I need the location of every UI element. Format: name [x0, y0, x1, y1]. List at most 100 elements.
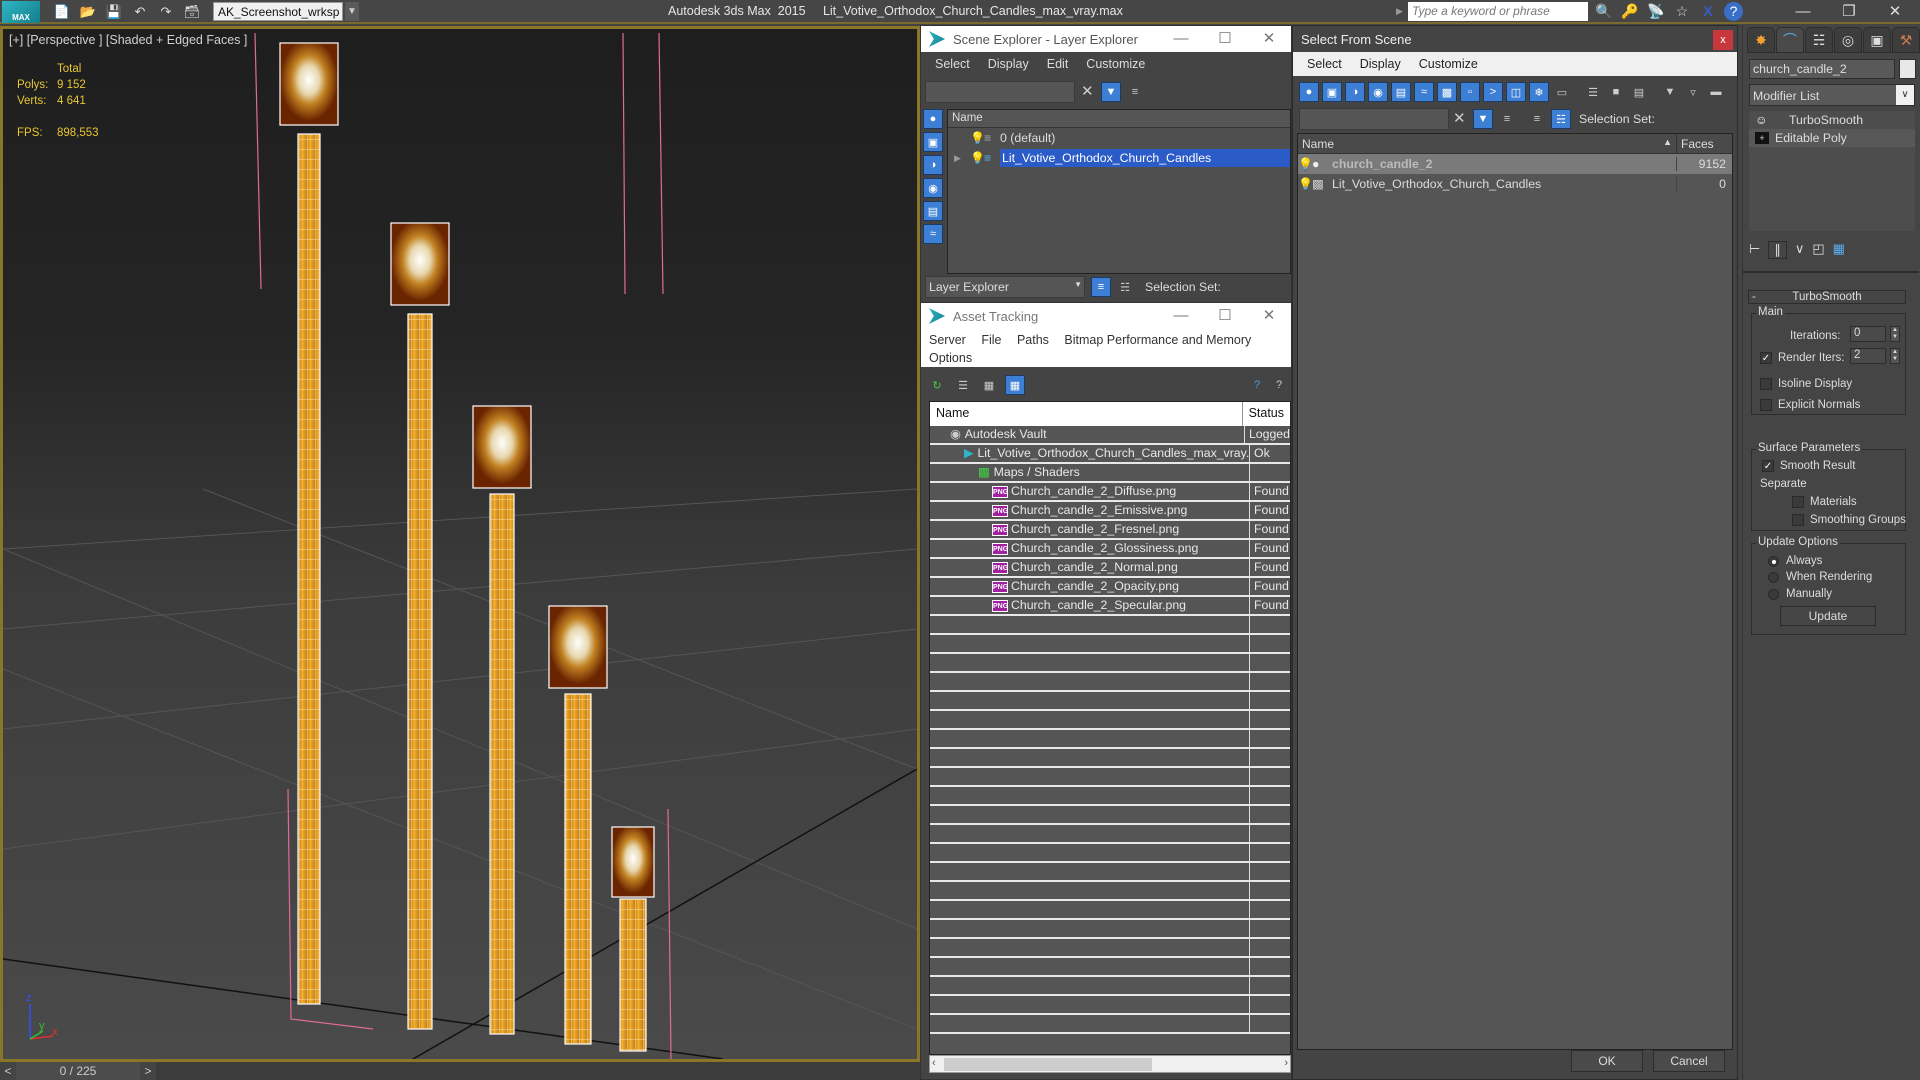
name-column-header[interactable]: Name	[930, 402, 1243, 426]
make-unique-icon[interactable]: ∨	[1795, 241, 1805, 259]
find-input[interactable]	[925, 81, 1075, 103]
isoline-display-checkbox[interactable]	[1760, 378, 1772, 390]
manually-radio[interactable]	[1768, 589, 1779, 600]
shapes-filter-icon[interactable]: ▣	[1322, 82, 1342, 102]
list-view-icon[interactable]: ☰	[953, 375, 973, 395]
binoculars-icon[interactable]: 🔍	[1594, 2, 1614, 21]
layer-row[interactable]: 💡 ≡ 0 (default)	[948, 128, 1290, 148]
maximize-button[interactable]: ☐	[1203, 26, 1247, 52]
minimize-button[interactable]: —	[1780, 0, 1826, 24]
minimize-button[interactable]: —	[1159, 303, 1203, 329]
asset-row[interactable]: ▶ Lit_Votive_Orthodox_Church_Candles_max_…	[930, 445, 1290, 464]
maximize-button[interactable]: ☐	[1203, 303, 1247, 329]
scene-explorer-titlebar[interactable]: Scene Explorer - Layer Explorer — ☐ ✕	[921, 26, 1291, 52]
object-row[interactable]: 💡 ▩ Lit_Votive_Orthodox_Church_Candles 0	[1298, 174, 1732, 194]
modifier-stack-item[interactable]: ☺ TurboSmooth	[1749, 111, 1915, 129]
asset-row[interactable]: PNG Church_candle_2_Fresnel.png Found	[930, 521, 1290, 540]
xrefs-filter-icon[interactable]: ▫	[1460, 82, 1480, 102]
hierarchy-icon[interactable]: ☵	[1551, 109, 1571, 129]
geometry-filter-icon[interactable]: ●	[923, 109, 943, 129]
layer-visibility-bulb-icon[interactable]: 💡	[970, 151, 985, 165]
search-input[interactable]: Type a keyword or phrase	[1408, 2, 1588, 21]
turbosmooth-rollout-header[interactable]: - TurboSmooth	[1748, 290, 1906, 304]
configure-sets-icon[interactable]: ▦	[1833, 241, 1845, 259]
shapes-filter-icon[interactable]: ▣	[923, 132, 943, 152]
filter-toggle-icon[interactable]: ▼	[1473, 109, 1493, 129]
modifier-list-dropdown[interactable]: Modifier List ∨	[1749, 84, 1915, 106]
filter-options-icon[interactable]: ▿	[1683, 82, 1703, 102]
object-color-swatch[interactable]	[1899, 59, 1916, 79]
menu-display[interactable]: Display	[1360, 57, 1401, 71]
open-folder-icon[interactable]: 📂	[78, 3, 98, 21]
close-button[interactable]: ✕	[1872, 0, 1918, 24]
previous-frame-button[interactable]: <	[0, 1062, 16, 1080]
asset-row[interactable]: ▩ Maps / Shaders	[930, 464, 1290, 483]
explicit-normals-checkbox[interactable]	[1760, 399, 1772, 411]
refresh-icon[interactable]: ↻	[927, 375, 947, 395]
satellite-icon[interactable]: 📡	[1646, 2, 1666, 21]
menu-select[interactable]: Select	[1307, 57, 1342, 71]
lights-filter-icon[interactable]: ◑	[1345, 82, 1365, 102]
menu-customize[interactable]: Customize	[1419, 57, 1478, 71]
motion-tab-icon[interactable]: ◎	[1834, 27, 1862, 53]
minimize-button[interactable]: —	[1159, 26, 1203, 52]
project-folder-icon[interactable]: 🗃	[182, 3, 202, 21]
asset-row[interactable]: PNG Church_candle_2_Glossiness.png Found	[930, 540, 1290, 559]
menu-edit[interactable]: Edit	[1047, 57, 1069, 71]
asset-row[interactable]: PNG Church_candle_2_Diffuse.png Found	[930, 483, 1290, 502]
asset-row[interactable]: ◉ Autodesk Vault Logged	[930, 426, 1290, 445]
materials-checkbox[interactable]	[1792, 496, 1804, 508]
close-button[interactable]: ✕	[1247, 26, 1291, 52]
perspective-viewport[interactable]: z x y [+] [Perspective ] [Shaded + Edged…	[0, 26, 920, 1062]
scroll-right-icon[interactable]: ›	[1284, 1057, 1288, 1069]
visibility-bulb-icon[interactable]: 💡	[1298, 157, 1313, 171]
customize-toolbar-arrow[interactable]: ▼	[345, 2, 359, 21]
render-iters-input[interactable]: 2	[1850, 348, 1886, 364]
always-radio[interactable]	[1768, 556, 1779, 567]
helpers-filter-icon[interactable]: ▤	[1391, 82, 1411, 102]
asset-row[interactable]: PNG Church_candle_2_Normal.png Found	[930, 559, 1290, 578]
menu-bitmap-performance[interactable]: Bitmap Performance and Memory	[1064, 333, 1251, 347]
hidden-filter-icon[interactable]: ▭	[1552, 82, 1572, 102]
select-from-scene-titlebar[interactable]: Select From Scene x	[1293, 26, 1737, 52]
star-icon[interactable]: ☆	[1672, 2, 1692, 21]
close-button[interactable]: x	[1713, 30, 1733, 50]
key-icon[interactable]: 🔑	[1620, 2, 1640, 21]
column-options-icon[interactable]: ▬	[1706, 82, 1726, 102]
next-frame-button[interactable]: >	[140, 1062, 156, 1080]
smoothing-groups-checkbox[interactable]	[1792, 514, 1804, 526]
search-expand-icon[interactable]: ▶	[1396, 2, 1408, 21]
faces-column-header[interactable]: Faces	[1676, 134, 1732, 153]
utilities-tab-icon[interactable]: ⚒	[1892, 27, 1920, 53]
menu-file[interactable]: File	[981, 333, 1001, 347]
layer-hierarchy-icon[interactable]: ≡	[1091, 277, 1111, 297]
scroll-left-icon[interactable]: ‹	[932, 1057, 936, 1069]
asset-tracking-titlebar[interactable]: Asset Tracking — ☐ ✕	[921, 303, 1291, 329]
layer-row[interactable]: ▶ 💡 ≡ Lit_Votive_Orthodox_Church_Candles	[948, 148, 1290, 168]
clear-find-icon[interactable]: ✕	[1081, 82, 1094, 100]
restore-button[interactable]: ❐	[1826, 0, 1872, 24]
redo-icon[interactable]: ↷	[156, 3, 176, 21]
spacewarps-filter-icon[interactable]: ≈	[923, 224, 943, 244]
modifier-stack-item[interactable]: + Editable Poly	[1749, 129, 1915, 147]
smooth-result-checkbox[interactable]: ✓	[1762, 460, 1774, 472]
filter-toggle-icon[interactable]: ▼	[1101, 82, 1121, 102]
find-input[interactable]	[1299, 108, 1449, 130]
asset-row[interactable]: PNG Church_candle_2_Specular.png Found	[930, 597, 1290, 616]
menu-server[interactable]: Server	[929, 333, 966, 347]
render-iters-spinner[interactable]: ▲ ▼	[1890, 348, 1900, 364]
close-button[interactable]: ✕	[1247, 303, 1291, 329]
name-column-header[interactable]: Name ▲	[1298, 134, 1676, 153]
save-icon[interactable]: 💾	[104, 3, 124, 21]
layer-hierarchy-icon[interactable]: ≡	[1527, 109, 1547, 129]
create-tab-icon[interactable]: ✸	[1747, 27, 1775, 53]
thumbnail-view-icon[interactable]: ▦	[979, 375, 999, 395]
display-all-icon[interactable]: ☰	[1583, 82, 1603, 102]
scroll-thumb[interactable]	[944, 1058, 1152, 1071]
helpers-filter-icon[interactable]: ▤	[923, 201, 943, 221]
viewport-label[interactable]: [+] [Perspective ] [Shaded + Edged Faces…	[9, 33, 247, 47]
explorer-type-dropdown[interactable]: Layer Explorer ▼	[925, 276, 1085, 298]
groups-filter-icon[interactable]: ▩	[1437, 82, 1457, 102]
app-menu-button[interactable]: MAX	[2, 1, 40, 23]
object-row[interactable]: 💡 ● church_candle_2 9152	[1298, 154, 1732, 174]
